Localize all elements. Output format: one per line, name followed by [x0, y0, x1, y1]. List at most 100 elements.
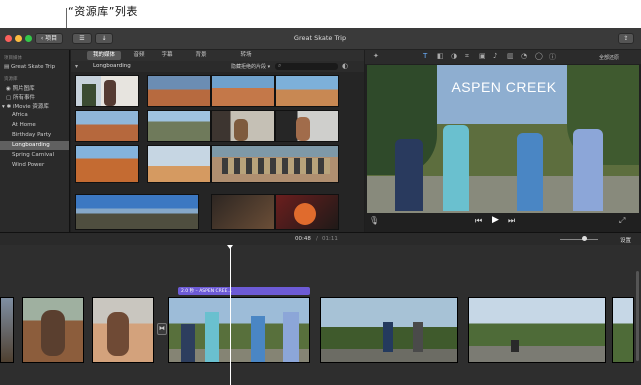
clip-thumbnail[interactable] [147, 145, 211, 183]
zoom-slider[interactable] [560, 239, 598, 240]
clip-filter-icon[interactable]: ◯ [535, 52, 543, 60]
clip-info-icon[interactable]: ⓘ [549, 52, 556, 62]
timeline-settings-button[interactable]: 设置 [620, 236, 631, 244]
timeline-clip[interactable] [612, 297, 634, 363]
sidebar-item-event[interactable]: Africa [12, 112, 28, 118]
chevron-down-icon: ▾ [267, 64, 271, 70]
color-correction-icon[interactable]: ◑ [451, 52, 457, 60]
sidebar-item-photos[interactable]: ◉ 照片图库 [6, 84, 35, 92]
zoom-slider-knob[interactable] [582, 236, 587, 241]
event-disclosure-icon[interactable]: ▾ [75, 63, 78, 70]
clip-thumbnail[interactable] [211, 110, 275, 142]
reset-all-button[interactable]: 全部还原 [599, 54, 619, 61]
tab-audio[interactable]: 音频 [127, 51, 151, 60]
close-window-button[interactable] [5, 35, 12, 42]
skater-figure [517, 133, 543, 211]
clip-thumbnail[interactable] [275, 75, 339, 107]
skater-figure [395, 139, 423, 211]
share-icon: ⇪ [623, 35, 629, 42]
clip-thumbnail[interactable] [75, 145, 139, 183]
section-project-media: 项目媒体 [4, 56, 22, 61]
title-bar: ‹ 项目 ☰ ↓ Great Skate Trip ⇪ [0, 28, 641, 50]
timeline-clip[interactable] [468, 297, 606, 363]
clip-appearance-icon[interactable]: ◐ [342, 62, 348, 70]
imovie-window: ‹ 项目 ☰ ↓ Great Skate Trip ⇪ 项目媒体 ▤ Great… [0, 28, 641, 385]
timeline-scrollbar[interactable] [636, 271, 639, 361]
timecode-separator: / [316, 236, 318, 242]
zoom-window-button[interactable] [25, 35, 32, 42]
disclosure-triangle-icon: ▾ [2, 104, 5, 110]
sidebar-item-event-selected[interactable]: Longboarding [12, 142, 50, 148]
sidebar-item-event[interactable]: At Home [12, 122, 36, 128]
total-duration: 01:11 [322, 236, 338, 242]
fullscreen-icon[interactable]: ⤢ [619, 216, 625, 226]
back-to-projects-button[interactable]: ‹ 项目 [35, 33, 63, 44]
volume-icon[interactable]: ♪ [493, 52, 497, 60]
stabilization-icon[interactable]: ▣ [479, 52, 486, 60]
clip-thumbnail[interactable] [275, 194, 339, 230]
clip-thumbnail[interactable] [211, 75, 275, 107]
playhead[interactable] [230, 245, 231, 385]
sidebar-item-imovie-library[interactable]: ▾ ✱ iMovie 资源库 [2, 102, 49, 110]
skip-back-icon[interactable]: ⏮ [475, 216, 482, 226]
clip-thumbnail[interactable] [75, 194, 199, 230]
events-icon: ▢ [6, 95, 12, 101]
share-button[interactable]: ⇪ [618, 33, 634, 44]
tab-titles[interactable]: 字幕 [155, 51, 179, 60]
minimize-window-button[interactable] [15, 35, 22, 42]
library-toggle-button[interactable]: ☰ [72, 33, 92, 44]
video-preview[interactable]: ASPEN CREEK [367, 65, 639, 213]
transition-icon[interactable]: ⧓ [157, 323, 167, 335]
tab-backgrounds[interactable]: 背景 [189, 51, 213, 60]
timeline-clip[interactable] [22, 297, 84, 363]
timeline-clip[interactable] [0, 297, 14, 363]
clip-thumbnail[interactable] [75, 110, 139, 142]
magic-wand-icon[interactable]: ✦ [373, 52, 379, 60]
clip-thumbnail[interactable] [75, 75, 139, 107]
speed-icon[interactable]: ◔ [521, 52, 527, 60]
skater-figure [443, 125, 469, 211]
timeline-clip[interactable] [92, 297, 154, 363]
film-icon: ▤ [4, 64, 10, 70]
clip-thumbnail[interactable] [147, 110, 211, 142]
sidebar-item-event[interactable]: Birthday Party [12, 132, 51, 138]
timeline-clip-selected[interactable] [168, 297, 310, 363]
clip-thumbnail[interactable] [275, 110, 339, 142]
search-field[interactable]: ⌕ [275, 62, 338, 70]
clip-thumbnail[interactable] [147, 75, 211, 107]
sidebar-item-all-events[interactable]: ▢ 所有事件 [6, 93, 35, 101]
current-timecode: 00:48 [295, 236, 311, 242]
library-star-icon: ✱ [6, 104, 12, 110]
noise-reduction-icon[interactable]: ▥ [507, 52, 514, 60]
title-text-icon[interactable]: T [423, 52, 427, 60]
sidebar-item-project[interactable]: ▤ Great Skate Trip [4, 64, 55, 70]
viewer-panel: ✦ T ◧ ◑ ⌗ ▣ ♪ ▥ ◔ ◯ ⓘ 全部还原 ASPEN CREEK 🎙… [365, 50, 641, 232]
search-icon: ⌕ [278, 62, 282, 69]
project-timeline: 2.0 秒 – ASPEN CREE… ⧓ [0, 245, 641, 385]
title-overlay-text[interactable]: ASPEN CREEK [439, 79, 569, 95]
skip-forward-icon[interactable]: ⏭ [508, 216, 515, 226]
media-browser: 我的媒体 音频 字幕 背景 转场 ▾ Longboarding 隐藏拒绝的片段 … [71, 50, 364, 232]
crop-icon[interactable]: ⌗ [465, 52, 469, 61]
title-clip-label: 2.0 秒 – ASPEN CREE… [181, 289, 232, 294]
sidebar-item-event[interactable]: Spring Carnival [12, 152, 54, 158]
clip-thumbnail[interactable] [211, 145, 339, 183]
clip-thumbnail[interactable] [211, 194, 275, 230]
timeline-header-bar: 00:48 / 01:11 设置 [0, 232, 641, 245]
browser-filter-bar: ▾ Longboarding 隐藏拒绝的片段 ▾ ⌕ ◐ [71, 61, 364, 72]
browser-tabs: 我的媒体 音频 字幕 背景 转场 [71, 50, 364, 61]
sidebar-item-event[interactable]: Wind Power [12, 162, 44, 168]
title-clip[interactable]: 2.0 秒 – ASPEN CREE… [178, 287, 310, 295]
timeline-clip[interactable] [320, 297, 458, 363]
play-icon[interactable]: ▶ [492, 215, 499, 225]
sidebar-item-label: 所有事件 [12, 95, 35, 101]
playhead-handle[interactable] [227, 245, 233, 249]
filter-dropdown-label: 隐藏拒绝的片段 [231, 64, 267, 70]
import-button[interactable]: ↓ [95, 33, 113, 44]
tab-transitions[interactable]: 转场 [234, 51, 258, 60]
photos-icon: ◉ [6, 86, 11, 92]
microphone-icon[interactable]: 🎙 [369, 216, 379, 225]
color-balance-icon[interactable]: ◧ [437, 52, 444, 60]
filter-dropdown[interactable]: 隐藏拒绝的片段 ▾ [231, 63, 270, 70]
tab-my-media[interactable]: 我的媒体 [87, 51, 121, 60]
